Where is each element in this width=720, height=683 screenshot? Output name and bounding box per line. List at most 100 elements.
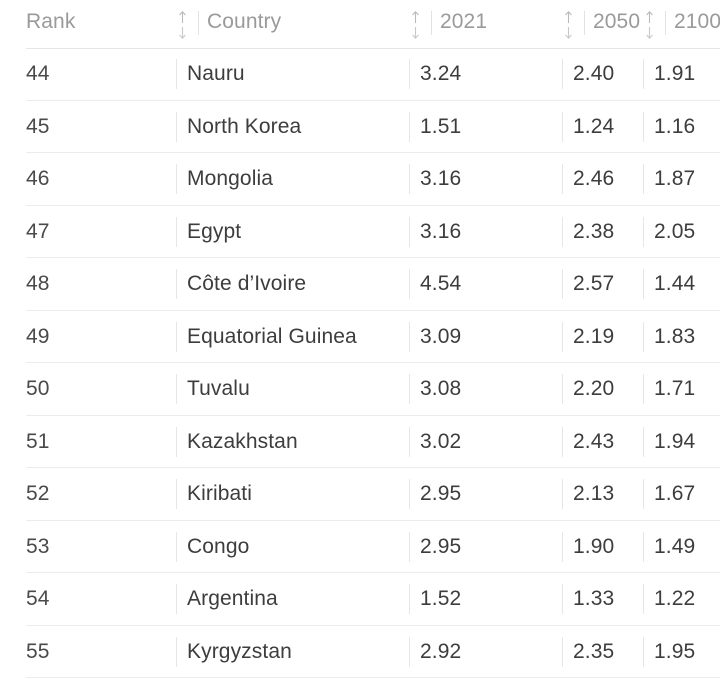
column-header-2100-label: 2100 (674, 10, 720, 33)
cell-y2050: 2.20 (562, 363, 643, 416)
cell-country-value: North Korea (187, 114, 302, 138)
cell-divider (409, 584, 410, 615)
table-row: 49 Equatorial Guinea 3.09 2.19 1.83 (0, 311, 720, 364)
cell-y2021-value: 3.16 (420, 219, 462, 243)
cell-country: Tuvalu (176, 363, 409, 416)
cell-divider (409, 59, 410, 90)
cell-divider (176, 426, 177, 457)
header-divider (584, 11, 585, 35)
column-header-country[interactable]: Country (176, 9, 409, 43)
column-header-2100[interactable]: 2100 (643, 9, 720, 43)
cell-divider (643, 426, 644, 457)
cell-divider (409, 374, 410, 405)
cell-y2100: 1.95 (643, 626, 720, 679)
cell-country: Kiribati (176, 468, 409, 521)
cell-divider (562, 479, 563, 510)
cell-country: Argentina (176, 573, 409, 626)
cell-rank: 50 (0, 363, 176, 416)
column-header-rank[interactable]: Rank (0, 9, 176, 43)
cell-divider (562, 374, 563, 405)
cell-y2021-value: 1.51 (420, 114, 462, 138)
cell-divider (643, 59, 644, 90)
cell-divider (409, 426, 410, 457)
column-header-2050[interactable]: 2050 (562, 9, 643, 43)
cell-y2050-value: 1.24 (573, 114, 615, 138)
cell-y2100: 1.94 (643, 416, 720, 469)
cell-y2050-value: 1.90 (573, 534, 615, 558)
cell-y2050-value: 2.40 (573, 62, 615, 86)
cell-country-value: Nauru (187, 62, 245, 86)
cell-divider (562, 321, 563, 352)
sort-arrows-icon[interactable] (409, 10, 422, 40)
cell-y2100: 1.22 (643, 573, 720, 626)
cell-y2021: 3.09 (409, 311, 562, 364)
cell-y2021: 2.95 (409, 468, 562, 521)
table-row: 52 Kiribati 2.95 2.13 1.67 (0, 468, 720, 521)
cell-divider (409, 479, 410, 510)
cell-divider (643, 374, 644, 405)
cell-y2021: 3.08 (409, 363, 562, 416)
column-header-rank-label: Rank (26, 10, 76, 33)
cell-y2100-value: 1.22 (654, 587, 696, 611)
cell-y2100: 1.67 (643, 468, 720, 521)
cell-y2021: 3.16 (409, 206, 562, 259)
cell-y2050-value: 2.19 (573, 324, 615, 348)
cell-rank: 48 (0, 258, 176, 311)
cell-y2050-value: 2.43 (573, 429, 615, 453)
cell-divider (643, 531, 644, 562)
cell-country: Equatorial Guinea (176, 311, 409, 364)
cell-rank-value: 48 (26, 272, 50, 296)
cell-y2050: 2.57 (562, 258, 643, 311)
cell-country-value: Equatorial Guinea (187, 324, 357, 348)
cell-y2050: 2.46 (562, 153, 643, 206)
cell-divider (643, 269, 644, 300)
cell-rank: 45 (0, 101, 176, 154)
cell-divider (176, 164, 177, 195)
cell-y2021-value: 3.24 (420, 62, 462, 86)
column-header-2021[interactable]: 2021 (409, 9, 562, 43)
cell-y2100: 1.49 (643, 521, 720, 574)
cell-rank-value: 44 (26, 62, 50, 86)
cell-divider (562, 426, 563, 457)
cell-divider (562, 59, 563, 90)
cell-rank-value: 53 (26, 534, 50, 558)
cell-country-value: Kyrgyzstan (187, 639, 292, 663)
cell-divider (176, 636, 177, 667)
cell-divider (562, 269, 563, 300)
cell-divider (562, 531, 563, 562)
cell-country: Mongolia (176, 153, 409, 206)
cell-country: Nauru (176, 48, 409, 101)
cell-divider (176, 321, 177, 352)
cell-country: Egypt (176, 206, 409, 259)
cell-divider (176, 269, 177, 300)
cell-divider (409, 636, 410, 667)
cell-divider (176, 59, 177, 90)
cell-y2050: 2.38 (562, 206, 643, 259)
cell-country-value: Mongolia (187, 167, 274, 191)
table-header-row: Rank Country 2021 2050 2100 (0, 0, 720, 48)
cell-rank-value: 50 (26, 377, 50, 401)
cell-y2021-value: 4.54 (420, 272, 462, 296)
table-header: Rank Country 2021 2050 2100 (0, 0, 720, 49)
cell-y2050: 2.43 (562, 416, 643, 469)
cell-divider (409, 531, 410, 562)
table-row: 50 Tuvalu 3.08 2.20 1.71 (0, 363, 720, 416)
cell-y2021: 3.02 (409, 416, 562, 469)
cell-rank-value: 55 (26, 639, 50, 663)
header-divider (665, 11, 666, 35)
table-row: 48 Côte d’Ivoire 4.54 2.57 1.44 (0, 258, 720, 311)
cell-divider (409, 321, 410, 352)
cell-divider (643, 584, 644, 615)
cell-y2050-value: 2.35 (573, 639, 615, 663)
cell-country-value: Tuvalu (187, 377, 250, 401)
cell-rank-value: 49 (26, 324, 50, 348)
cell-y2050-value: 2.46 (573, 167, 615, 191)
data-table: Rank Country 2021 2050 2100 44 Nauru 3.2… (0, 0, 720, 683)
sort-arrows-icon[interactable] (562, 10, 575, 40)
cell-divider (176, 216, 177, 247)
sort-arrows-icon[interactable] (643, 10, 656, 40)
cell-y2100: 1.44 (643, 258, 720, 311)
sort-arrows-icon[interactable] (176, 10, 189, 40)
cell-country-value: Côte d’Ivoire (187, 272, 307, 296)
table-row: 47 Egypt 3.16 2.38 2.05 (0, 206, 720, 259)
